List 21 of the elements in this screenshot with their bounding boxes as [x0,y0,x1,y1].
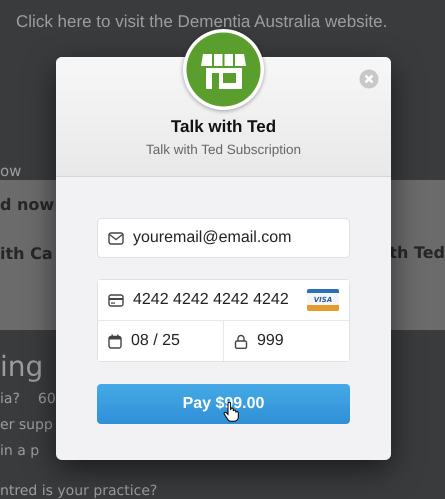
cvc-field[interactable]: 999 [223,321,349,361]
body-text: ia? [0,390,20,408]
body-text: d now [0,195,54,215]
link-text[interactable]: Click here to visit the Dementia Australia website. [0,0,445,44]
heading-text: ing [0,350,44,384]
credit-card-icon [108,294,124,306]
calendar-icon [108,334,122,348]
body-text: ow [0,162,22,180]
body-text: 60 [38,390,56,408]
body-text: in a p [0,442,40,460]
body-text: th Ted [389,243,445,263]
shop-logo-icon [186,32,261,107]
dialog-title: Talk with Ted [170,116,276,138]
body-text: ith Ca [0,244,54,264]
body-text: er supp [0,416,53,434]
envelope-icon [108,232,124,244]
dialog-subtitle: Talk with Ted Subscription [146,141,302,159]
email-field[interactable]: youremail@email.com [97,218,350,258]
close-button[interactable] [359,69,379,89]
body-text: ntred is your practice? [0,482,158,499]
lock-icon [234,334,248,348]
